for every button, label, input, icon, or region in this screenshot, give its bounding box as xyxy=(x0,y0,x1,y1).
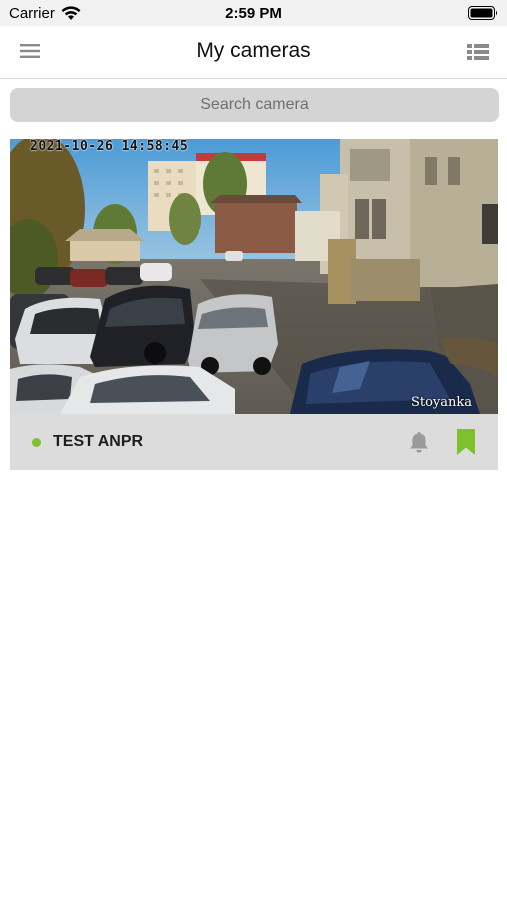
bell-icon[interactable] xyxy=(408,430,430,454)
camera-card[interactable]: 2021-10-26 14:58:45 Stoyanka TEST ANPR xyxy=(10,139,498,470)
bookmark-icon[interactable] xyxy=(457,429,475,455)
clock-time: 2:59 PM xyxy=(225,5,282,22)
battery-icon xyxy=(468,6,497,20)
status-bar: Carrier 2:59 PM xyxy=(0,0,507,26)
camera-preview-image[interactable]: 2021-10-26 14:58:45 Stoyanka xyxy=(10,139,498,414)
page-title: My cameras xyxy=(196,39,311,62)
search-camera-input[interactable] xyxy=(10,88,499,122)
camera-name: TEST ANPR xyxy=(53,433,144,450)
list-view-icon[interactable] xyxy=(467,43,489,61)
navigation-bar: My cameras xyxy=(0,26,507,79)
camera-card-footer: TEST ANPR xyxy=(10,414,498,470)
hamburger-menu-icon[interactable] xyxy=(19,42,41,60)
online-status-dot xyxy=(32,438,41,447)
preview-timestamp: 2021-10-26 14:58:45 xyxy=(30,139,189,154)
camera-snapshot xyxy=(10,139,498,414)
preview-overlay-label: Stoyanka xyxy=(410,395,472,410)
search-bar xyxy=(10,88,499,122)
